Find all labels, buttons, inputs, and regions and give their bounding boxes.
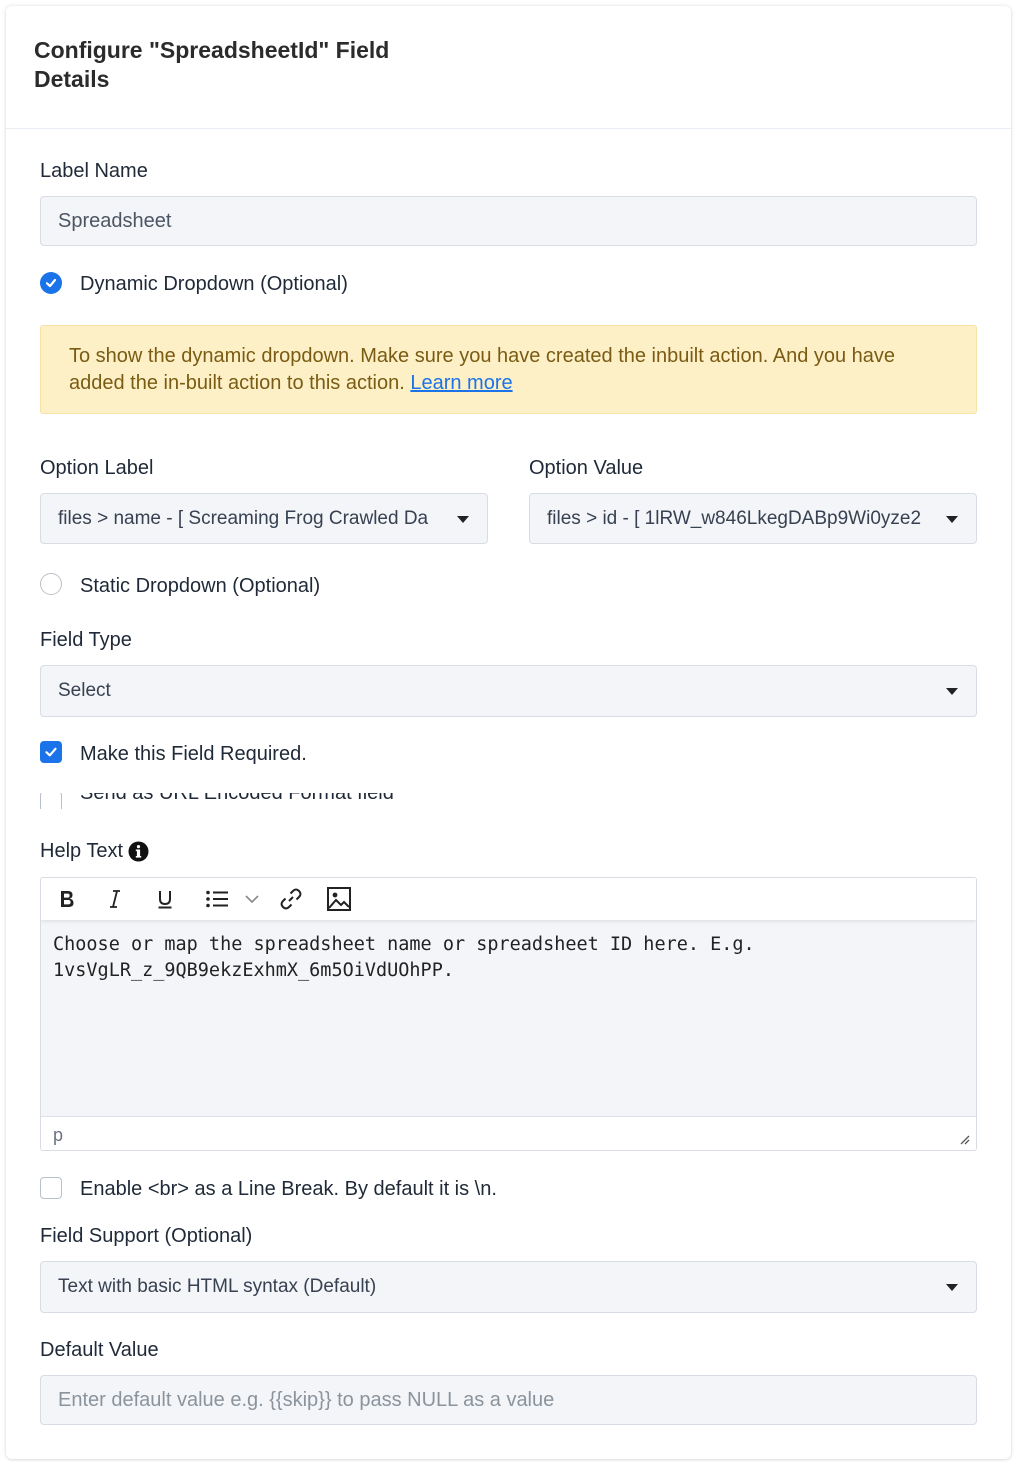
- field-type-select[interactable]: Select: [40, 665, 977, 717]
- caret-down-icon: [946, 515, 958, 523]
- info-icon[interactable]: [128, 841, 149, 862]
- list-style-dropdown[interactable]: [241, 884, 263, 914]
- url-encoded-row: Send as URL Encoded Format field: [40, 793, 640, 809]
- chevron-down-icon: [245, 895, 259, 904]
- image-button[interactable]: [323, 884, 355, 914]
- checkmark-icon: [45, 747, 57, 757]
- bullet-list-icon: [206, 890, 228, 908]
- editor-statusbar: p: [41, 1116, 976, 1150]
- resize-handle-icon[interactable]: [958, 1133, 970, 1145]
- page-title: Configure "SpreadsheetId" Field Details: [34, 37, 390, 92]
- dynamic-dropdown-label: Dynamic Dropdown (Optional): [80, 273, 348, 295]
- link-button[interactable]: [275, 884, 307, 914]
- label-name-input[interactable]: Spreadsheet: [40, 196, 977, 246]
- option-value-value: files > id - [ 1lRW_w846LkegDABp9Wi0yze2: [547, 507, 922, 529]
- field-support-value: Text with basic HTML syntax (Default): [58, 1276, 377, 1297]
- url-encoded-label: Send as URL Encoded Format field: [80, 793, 394, 804]
- field-type-value: Select: [58, 680, 111, 701]
- editor-content-line: 1vsVgLR_z_9QB9ekzExhmX_6m5OiVdUOhPP.: [53, 960, 454, 981]
- label-name-value: Spreadsheet: [58, 209, 172, 232]
- bullet-list-button[interactable]: [201, 884, 233, 914]
- field-support-select[interactable]: Text with basic HTML syntax (Default): [40, 1261, 977, 1313]
- bold-button[interactable]: [53, 884, 81, 914]
- line-break-checkbox[interactable]: [40, 1177, 62, 1199]
- static-dropdown-radio[interactable]: [40, 573, 62, 595]
- option-label-label: Option Label: [40, 457, 154, 479]
- static-dropdown-label: Static Dropdown (Optional): [80, 575, 321, 597]
- option-value-label: Option Value: [529, 457, 644, 479]
- caret-down-icon: [946, 688, 958, 695]
- option-value-select[interactable]: files > id - [ 1lRW_w846LkegDABp9Wi0yze2: [529, 493, 977, 544]
- info-alert: To show the dynamic dropdown. Make sure …: [40, 325, 977, 414]
- field-support-label: Field Support (Optional): [40, 1225, 253, 1247]
- dynamic-dropdown-radio[interactable]: [40, 272, 62, 294]
- config-card: Configure "SpreadsheetId" Field Details …: [6, 6, 1011, 1459]
- field-type-label: Field Type: [40, 629, 132, 651]
- option-label-value: files > name - [ Screaming Frog Crawled …: [58, 507, 429, 529]
- help-text-label: Help Text: [40, 840, 124, 862]
- label-name-label: Label Name: [40, 160, 148, 182]
- image-icon: [327, 887, 351, 911]
- element-path: p: [53, 1125, 64, 1145]
- option-label-select[interactable]: files > name - [ Screaming Frog Crawled …: [40, 493, 488, 544]
- italic-button[interactable]: [101, 884, 129, 914]
- line-break-label: Enable <br> as a Line Break. By default …: [80, 1178, 497, 1200]
- card-header: Configure "SpreadsheetId" Field Details: [6, 6, 1011, 129]
- underline-icon: [158, 891, 172, 909]
- make-required-label: Make this Field Required.: [80, 743, 307, 765]
- link-icon: [280, 888, 302, 910]
- help-text-editor[interactable]: Choose or map the spreadsheet name or sp…: [40, 877, 977, 1151]
- url-encoded-checkbox[interactable]: [40, 793, 62, 809]
- editor-toolbar: [41, 878, 976, 920]
- learn-more-link[interactable]: Learn more: [410, 372, 512, 394]
- caret-down-icon: [457, 515, 469, 523]
- editor-content-line: Choose or map the spreadsheet name or sp…: [53, 934, 755, 955]
- make-required-checkbox[interactable]: [40, 741, 62, 763]
- underline-button[interactable]: [151, 884, 179, 914]
- default-value-input[interactable]: [40, 1375, 977, 1425]
- editor-content[interactable]: Choose or map the spreadsheet name or sp…: [53, 932, 953, 984]
- help-text-label-row: Help Text: [40, 839, 149, 863]
- caret-down-icon: [946, 1284, 958, 1291]
- bold-icon: [61, 891, 74, 907]
- italic-icon: [110, 890, 120, 908]
- checkmark-icon: [45, 278, 57, 288]
- default-value-label: Default Value: [40, 1339, 159, 1361]
